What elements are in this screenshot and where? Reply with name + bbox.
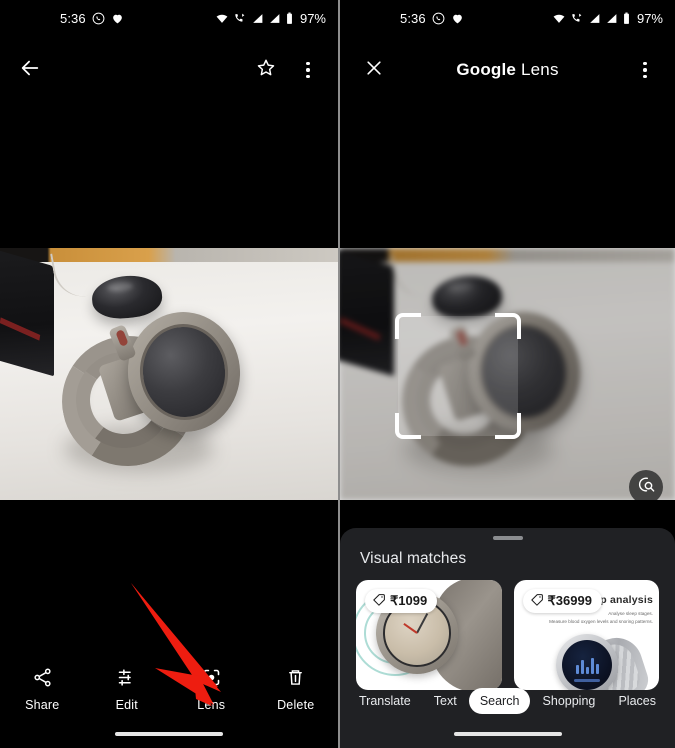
star-outline-icon <box>255 57 277 84</box>
signal-icon-2 <box>605 12 618 25</box>
tab-places[interactable]: Places <box>607 688 667 714</box>
sheet-drag-handle[interactable] <box>492 536 523 540</box>
status-bar-right-cluster: 97% <box>215 11 326 26</box>
photo-app-bar <box>0 44 338 96</box>
tune-icon <box>116 667 137 691</box>
right-phone-screen: 5:36 97% Google Lens Visual matches ₹109… <box>340 0 675 748</box>
whatsapp-icon <box>432 12 445 25</box>
battery-percent: 97% <box>299 10 326 26</box>
smartwatch-photo <box>0 248 338 500</box>
signal-icon-1 <box>251 12 264 25</box>
delete-label: Delete <box>277 697 315 712</box>
watch-hand-hour <box>416 613 429 634</box>
photo-action-toolbar: Share Edit Lens Delete <box>0 658 338 720</box>
visual-matches-list: ₹1099 ...ep analysis Analyse sleep stage… <box>356 580 659 690</box>
heart-icon <box>111 12 124 25</box>
status-bar-left: 5:36 97% <box>0 0 338 36</box>
crop-handle-bottom-left[interactable] <box>395 413 421 439</box>
signal-icon-2 <box>268 12 281 25</box>
tab-search[interactable]: Search <box>468 688 531 714</box>
crop-handle-top-right[interactable] <box>495 313 521 339</box>
back-arrow-icon <box>19 57 41 84</box>
search-within-image-button[interactable] <box>629 470 663 500</box>
status-bar-right: 5:36 97% <box>340 0 675 36</box>
laptop-edge <box>340 249 394 377</box>
battery-icon <box>622 12 631 25</box>
wifi-icon <box>552 12 566 25</box>
edit-button[interactable]: Edit <box>92 667 162 712</box>
signal-icon-1 <box>588 12 601 25</box>
favorite-button[interactable] <box>246 50 286 90</box>
home-indicator-left <box>115 732 223 736</box>
crop-handle-top-left[interactable] <box>395 313 421 339</box>
price-value-1: ₹1099 <box>390 593 428 608</box>
tab-translate[interactable]: Translate <box>348 688 422 714</box>
home-indicator-right <box>453 732 562 736</box>
lens-photo-viewer[interactable] <box>340 248 675 500</box>
lens-selection-frame[interactable] <box>395 313 521 439</box>
product-face-2 <box>561 640 612 690</box>
watch-hand-second <box>403 623 418 634</box>
battery-percent-2: 97% <box>636 10 663 26</box>
page-title-bold: Google <box>456 60 517 79</box>
edit-label: Edit <box>115 697 138 712</box>
dual-screenshot-composite: 5:36 97% Share Edit Lens Delete 5:36 97%… <box>0 0 675 748</box>
lens-icon <box>201 667 222 691</box>
more-vert-icon <box>306 61 310 79</box>
search-within-image-icon <box>637 475 656 499</box>
visual-matches-heading: Visual matches <box>360 550 467 567</box>
more-vert-icon <box>643 61 647 79</box>
whatsapp-icon <box>92 12 105 25</box>
price-badge-1: ₹1099 <box>365 589 438 613</box>
overflow-menu-button-left[interactable] <box>288 50 328 90</box>
lens-label: Lens <box>197 697 226 712</box>
crop-handle-bottom-right[interactable] <box>495 413 521 439</box>
share-icon <box>32 667 53 691</box>
call-forward-icon <box>233 12 247 25</box>
price-value-2: ₹36999 <box>547 593 592 608</box>
photo-viewer[interactable] <box>0 248 338 500</box>
back-button[interactable] <box>10 50 50 90</box>
lens-button[interactable]: Lens <box>176 667 246 712</box>
page-title-light: Lens <box>516 60 559 79</box>
share-label: Share <box>25 697 60 712</box>
visual-match-card-1[interactable]: ₹1099 <box>356 580 502 690</box>
status-bar-left-cluster-2: 5:36 <box>400 11 464 26</box>
status-bar-right-cluster-2: 97% <box>552 11 663 26</box>
price-tag-icon <box>530 593 544 609</box>
overflow-menu-button-right[interactable] <box>625 50 665 90</box>
price-badge-2: ₹36999 <box>522 589 602 613</box>
lens-app-bar: Google Lens <box>340 44 675 96</box>
price-tag-icon <box>373 593 386 609</box>
product-case-2 <box>555 634 618 690</box>
trash-icon <box>285 667 306 691</box>
battery-icon <box>285 12 294 25</box>
watch-face <box>135 319 233 425</box>
tab-shopping[interactable]: Shopping <box>532 688 607 714</box>
lens-mode-tabs: Translate Text Search Shopping Places <box>340 686 675 716</box>
status-bar-left-cluster: 5:36 <box>60 11 124 26</box>
wifi-icon <box>215 12 229 25</box>
left-phone-screen: 5:36 97% Share Edit Lens Delete <box>0 0 338 748</box>
product-watch-2 <box>550 628 652 690</box>
tab-text[interactable]: Text <box>423 688 468 714</box>
laptop-edge <box>0 249 54 377</box>
heart-icon <box>451 12 464 25</box>
ad-line-2: Measure blood oxygen levels and snoring … <box>549 619 653 624</box>
delete-button[interactable]: Delete <box>261 667 331 712</box>
call-forward-icon <box>570 12 584 25</box>
share-button[interactable]: Share <box>7 667 77 712</box>
face-label <box>573 679 600 682</box>
smartwatch <box>49 306 246 483</box>
status-time-2: 5:36 <box>400 10 426 26</box>
sleep-chart <box>575 658 599 674</box>
status-time: 5:36 <box>60 10 86 26</box>
visual-match-card-2[interactable]: ...ep analysis Analyse sleep stages. Mea… <box>513 580 659 690</box>
